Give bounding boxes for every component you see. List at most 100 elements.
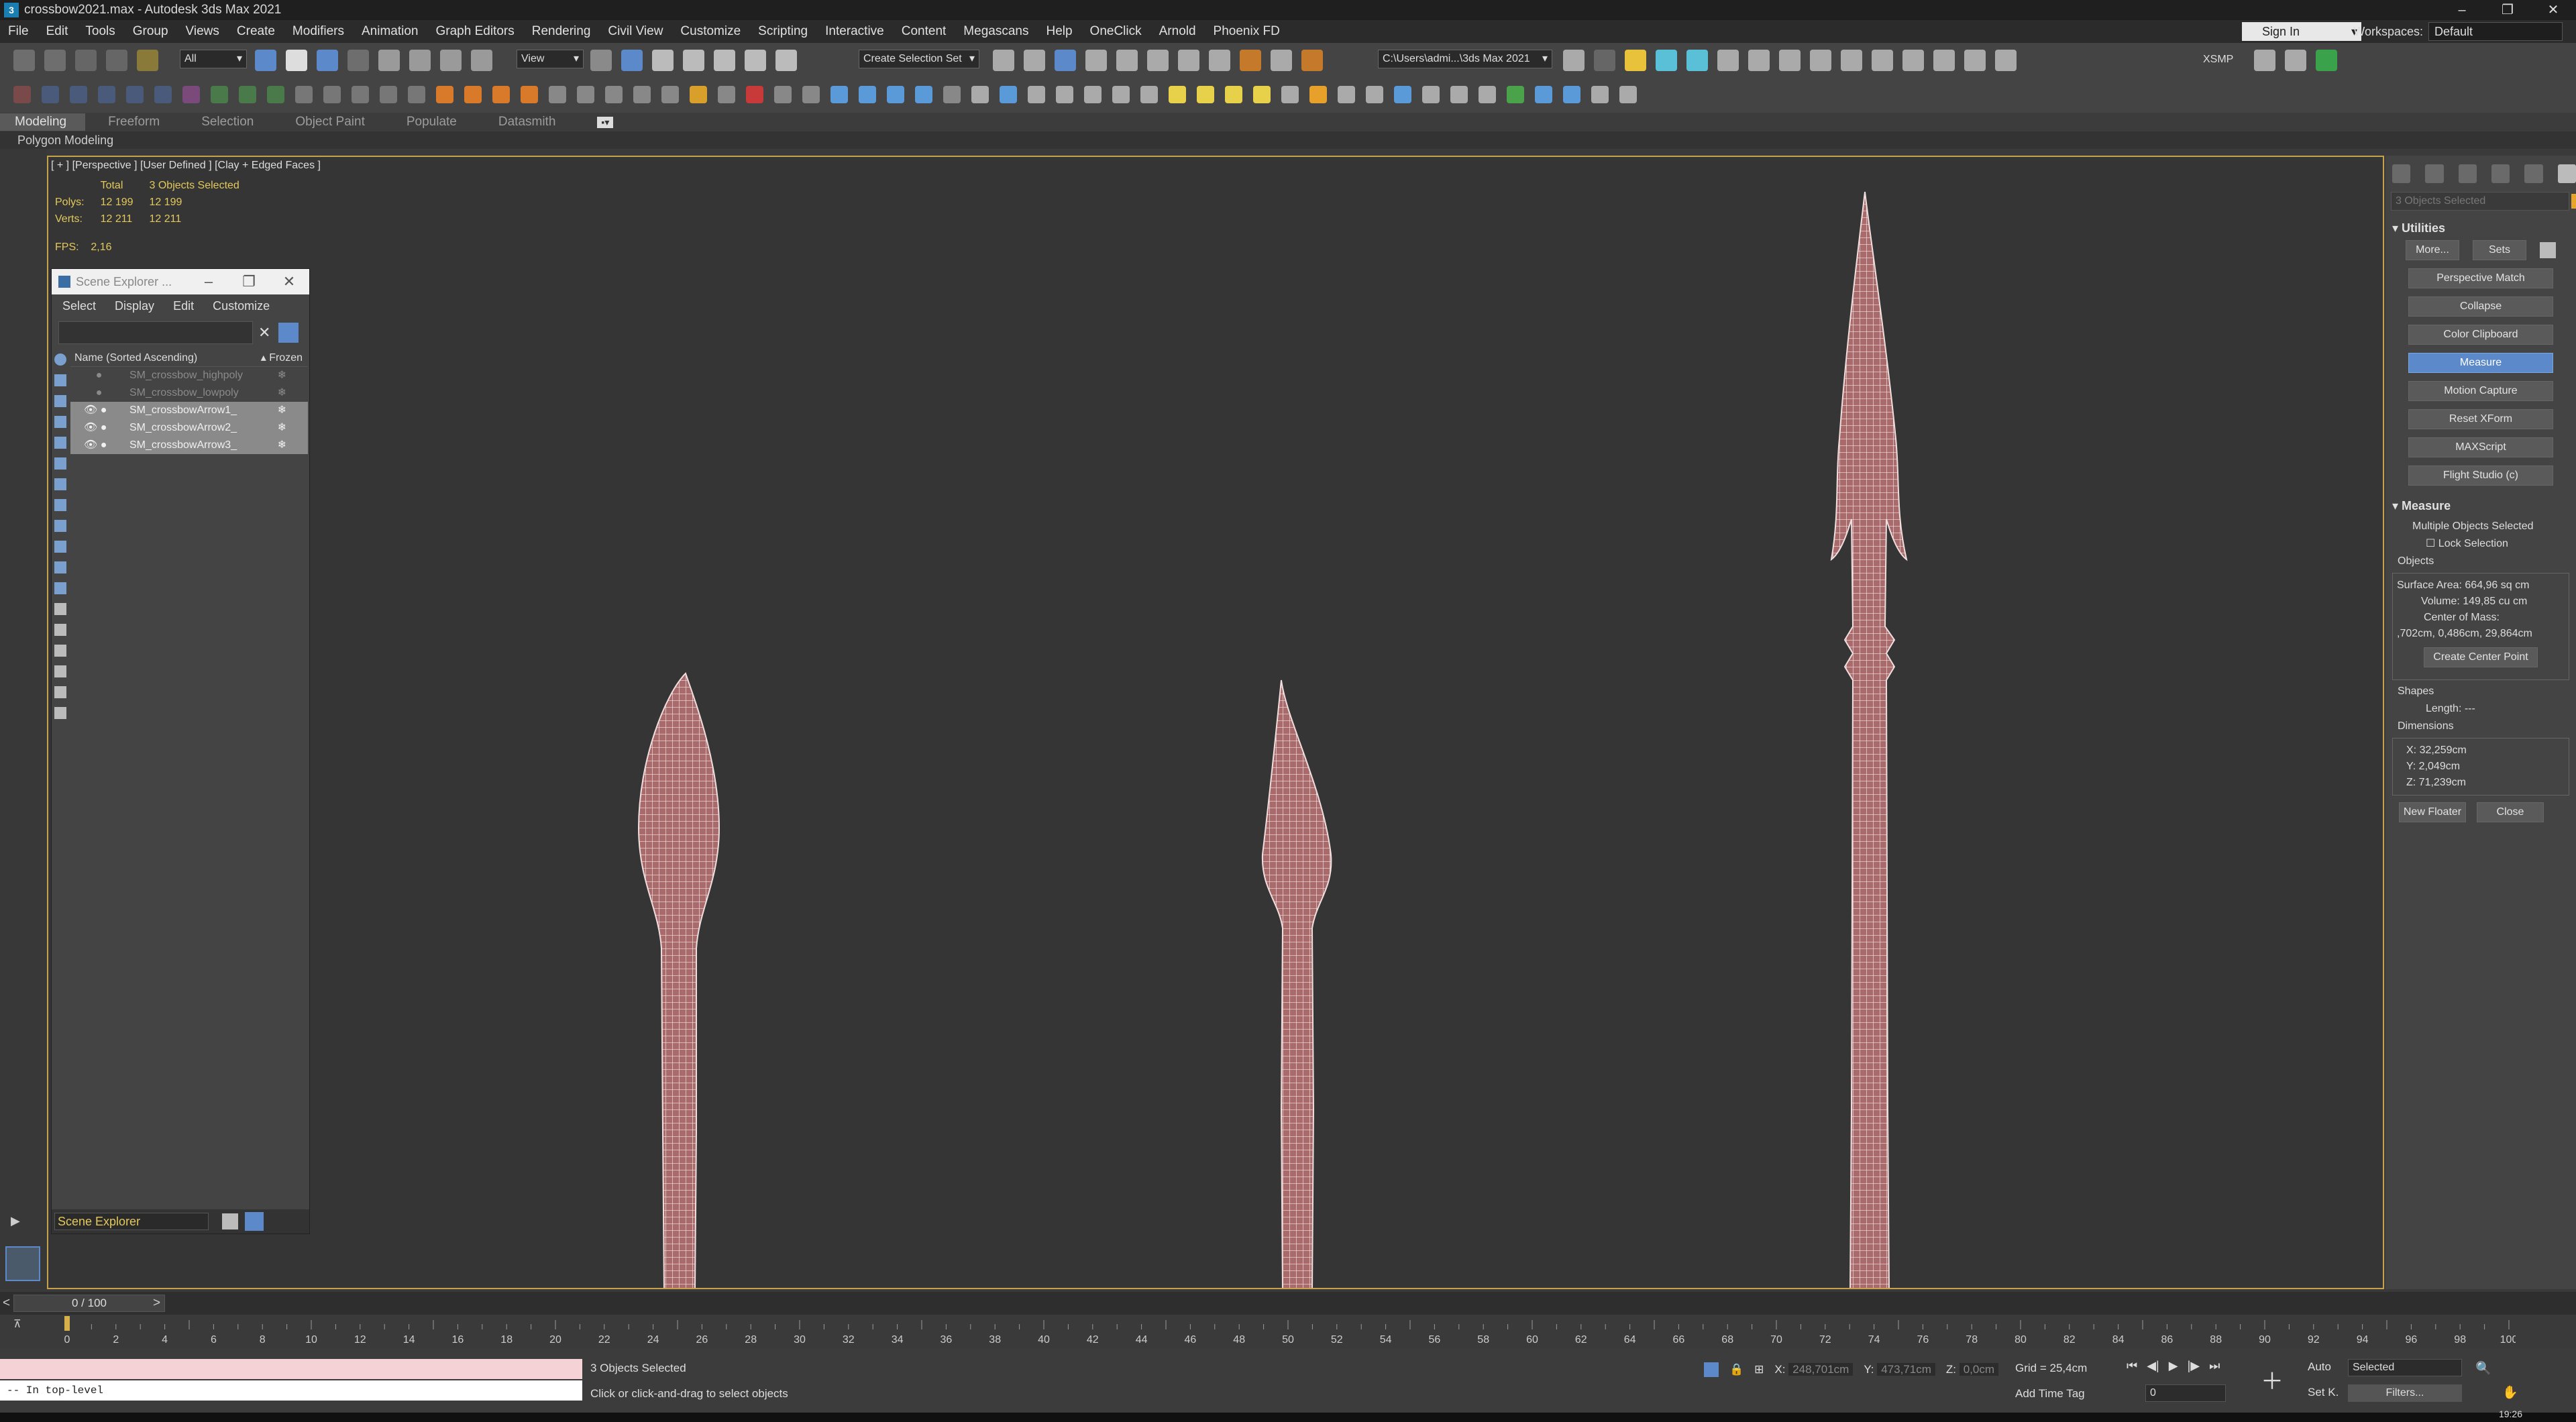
xsmp-label[interactable]: XSMP: [2203, 54, 2233, 66]
tool-47-icon[interactable]: [1535, 86, 1552, 103]
visibility-toggle-icon[interactable]: 👁 ●: [84, 419, 107, 437]
tool-33-icon[interactable]: [1140, 86, 1158, 103]
display-geometry-icon[interactable]: [54, 353, 66, 366]
display-helpers-icon[interactable]: [54, 437, 66, 449]
clear-search-icon[interactable]: ✕: [258, 324, 270, 341]
menu-scripting[interactable]: Scripting: [758, 24, 808, 39]
tab-modeling[interactable]: Modeling: [0, 113, 86, 131]
current-frame-marker[interactable]: [64, 1316, 70, 1331]
tool-41-icon[interactable]: [1366, 86, 1383, 103]
plugin-5-icon[interactable]: [1810, 50, 1831, 71]
display-containers-icon[interactable]: [54, 541, 66, 553]
app-icon[interactable]: 3: [4, 3, 19, 17]
display-shapes-icon[interactable]: [54, 374, 66, 386]
workspace-dropdown[interactable]: Default: [2428, 22, 2563, 41]
arrow-1-mesh[interactable]: [637, 672, 720, 1289]
tool-14-icon[interactable]: [577, 86, 594, 103]
se-close-button[interactable]: ✕: [269, 269, 309, 294]
motion-capture-button[interactable]: Motion Capture: [2408, 381, 2553, 401]
flight-studio-button[interactable]: Flight Studio (c): [2408, 466, 2553, 486]
freeze-toggle-icon[interactable]: ❄: [278, 419, 286, 437]
tool-18-icon[interactable]: [690, 86, 707, 103]
tool-39-icon[interactable]: [1309, 86, 1327, 103]
tool-24-icon[interactable]: [859, 86, 876, 103]
align-icon[interactable]: [1024, 50, 1045, 71]
tool-35-icon[interactable]: [1197, 86, 1214, 103]
percent-snap-icon[interactable]: [714, 50, 735, 71]
name-column-header[interactable]: Name (Sorted Ascending): [74, 352, 197, 364]
ribbon-toggle-icon[interactable]: [1116, 50, 1138, 71]
collapse-button[interactable]: Collapse: [2408, 296, 2553, 317]
utilities-tab-icon[interactable]: [2557, 164, 2576, 183]
motion-tab-icon[interactable]: [2491, 164, 2510, 183]
tool-15-icon[interactable]: [605, 86, 623, 103]
render-icon[interactable]: [1301, 50, 1323, 71]
fire-2-icon[interactable]: [464, 86, 482, 103]
modify-tab-icon[interactable]: [2425, 164, 2444, 183]
tool-10-icon[interactable]: [267, 86, 284, 103]
redo-icon[interactable]: [44, 50, 66, 71]
tool-3-icon[interactable]: [70, 86, 87, 103]
layers-icon[interactable]: [54, 707, 66, 719]
configure-sets-icon[interactable]: [2540, 242, 2556, 258]
maxscript-button[interactable]: MAXScript: [2408, 437, 2553, 457]
tab-object-paint[interactable]: Object Paint: [295, 115, 365, 129]
tool-6-icon[interactable]: [154, 86, 172, 103]
tool-29-icon[interactable]: [1028, 86, 1045, 103]
display-none-icon[interactable]: [54, 624, 66, 636]
plugin-13-icon[interactable]: [2285, 50, 2306, 71]
perspective-match-button[interactable]: Perspective Match: [2408, 268, 2553, 288]
tool-42-icon[interactable]: [1394, 86, 1411, 103]
project-folder-icon[interactable]: [1563, 50, 1585, 71]
tool-11-icon[interactable]: [380, 86, 397, 103]
tool-17-icon[interactable]: [661, 86, 679, 103]
curve-editor-icon[interactable]: [1147, 50, 1169, 71]
se-menu-display[interactable]: Display: [115, 299, 154, 313]
tool-45-icon[interactable]: [1479, 86, 1496, 103]
invert-display-icon[interactable]: [54, 645, 66, 657]
select-by-name-icon[interactable]: [286, 50, 307, 71]
tool-22-icon[interactable]: [802, 86, 820, 103]
tool-2-icon[interactable]: [42, 86, 59, 103]
selection-name-field[interactable]: 3 Objects Selected: [2391, 192, 2576, 211]
z-coordinate-field[interactable]: 0,0cm: [1959, 1363, 1999, 1376]
material-editor-icon[interactable]: [1209, 50, 1230, 71]
menu-megascans[interactable]: Megascans: [963, 24, 1028, 39]
sets-button[interactable]: Sets: [2473, 240, 2526, 260]
tool-7-icon[interactable]: [182, 86, 200, 103]
plugin-10-icon[interactable]: [1964, 50, 1986, 71]
scene-row-arrow2[interactable]: 👁 ● SM_crossbowArrow2_ ❄: [70, 419, 308, 437]
menu-oneclick[interactable]: OneClick: [1090, 24, 1142, 39]
tool-37-icon[interactable]: [1253, 86, 1271, 103]
menu-rendering[interactable]: Rendering: [532, 24, 591, 39]
expand-arrow-icon[interactable]: ▶: [11, 1214, 20, 1228]
menu-phoenix-fd[interactable]: Phoenix FD: [1214, 24, 1280, 39]
set-key-icon[interactable]: ＋: [2261, 1363, 2284, 1396]
tool-20-icon[interactable]: [746, 86, 763, 103]
scene-explorer-toggle-icon[interactable]: [1055, 50, 1076, 71]
tool-4-icon[interactable]: [98, 86, 115, 103]
play-animation-icon[interactable]: ▶: [2169, 1359, 2178, 1373]
utilities-rollout-title[interactable]: Utilities: [2385, 216, 2576, 240]
spinner-snap-icon[interactable]: [745, 50, 766, 71]
y-coordinate-field[interactable]: 473,71cm: [1877, 1363, 1935, 1376]
scene-explorer-column-header[interactable]: Name (Sorted Ascending) ▴ Frozen: [70, 349, 308, 367]
measure-button[interactable]: Measure: [2408, 353, 2553, 373]
perspective-viewport[interactable]: [ + ] [Perspective ] [User Defined ] [Cl…: [47, 156, 2384, 1289]
pivot-icon[interactable]: [590, 50, 612, 71]
pan-icon[interactable]: ✋: [2502, 1384, 2518, 1401]
polygon-modeling-label[interactable]: Polygon Modeling: [17, 133, 113, 148]
light-icon[interactable]: [1656, 50, 1677, 71]
tool-25-icon[interactable]: [887, 86, 904, 103]
tool-27-icon[interactable]: [971, 86, 989, 103]
funnel-icon[interactable]: [54, 686, 66, 698]
display-lights-icon[interactable]: [54, 395, 66, 407]
track-bar[interactable]: ⊼ 0 2 4 6 8 10 12 14 16 18 20 22 24 26 28 30 32 34 36 38 40 4…: [0, 1315, 2576, 1348]
tool-50-icon[interactable]: [1619, 86, 1637, 103]
menu-views[interactable]: Views: [186, 24, 219, 39]
viewport-layout-icon[interactable]: [5, 1246, 40, 1281]
create-tab-icon[interactable]: [2392, 164, 2411, 183]
se-maximize-button[interactable]: ❐: [229, 269, 269, 294]
current-frame-field[interactable]: 0: [2145, 1384, 2226, 1402]
freeze-toggle-icon[interactable]: ❄: [278, 402, 286, 419]
